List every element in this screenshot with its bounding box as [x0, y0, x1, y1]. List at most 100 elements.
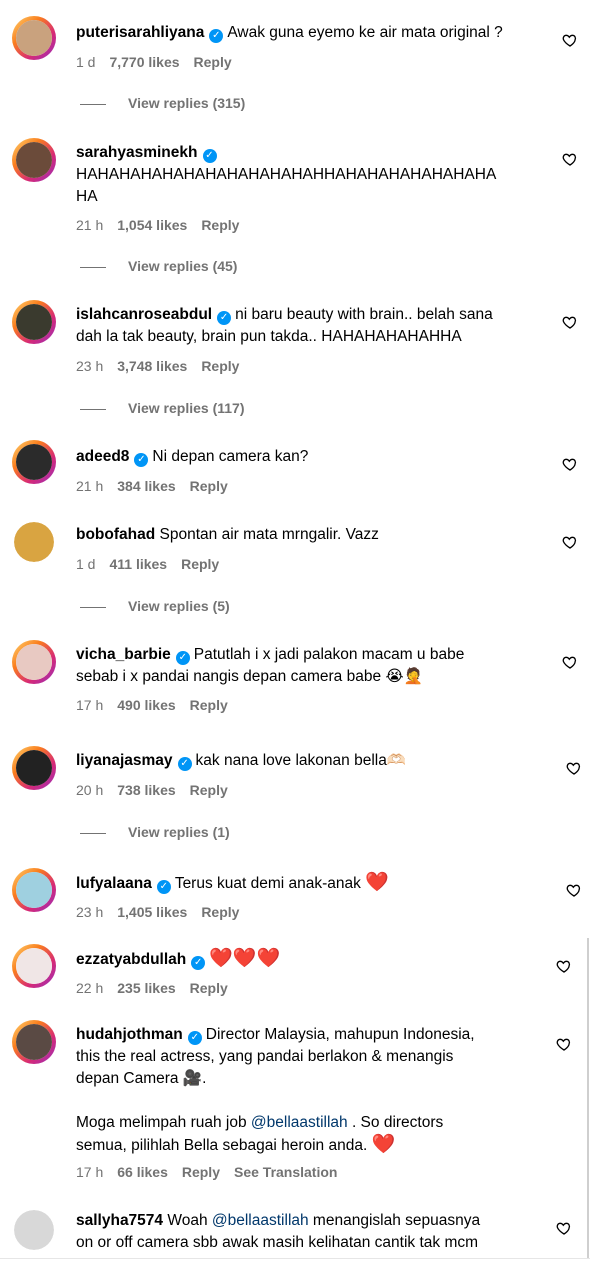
- mention-link[interactable]: @bellaastillah: [251, 1114, 348, 1131]
- heart-outline-icon[interactable]: [566, 760, 582, 776]
- comment-username[interactable]: sarahyasminekh: [76, 144, 198, 161]
- avatar[interactable]: [12, 138, 56, 182]
- comment-meta: 21 h 1,054 likes Reply: [76, 217, 253, 233]
- reply-button[interactable]: Reply: [190, 980, 228, 996]
- avatar[interactable]: [12, 640, 56, 684]
- heart-outline-icon[interactable]: [562, 654, 578, 670]
- heart-outline-icon[interactable]: [562, 456, 578, 472]
- verified-badge-icon: ✓: [209, 29, 224, 43]
- comment-likes[interactable]: 1,405 likes: [117, 904, 187, 920]
- comment-time: 17 h: [76, 1164, 104, 1180]
- comment-meta: 20 h 738 likes Reply: [76, 782, 242, 798]
- heart-outline-icon[interactable]: [562, 151, 578, 167]
- red-heart-emoji: ❤️: [256, 948, 281, 969]
- verified-badge-icon: ✓: [187, 1031, 202, 1045]
- comment-text: Ni depan camera kan?: [152, 448, 309, 465]
- avatar[interactable]: [12, 944, 56, 988]
- verified-badge-icon: ✓: [177, 757, 192, 771]
- comment-time: 22 h: [76, 980, 104, 996]
- comment-time: 21 h: [76, 217, 104, 233]
- verified-badge-icon: ✓: [191, 956, 206, 970]
- comment-text: Woah: [167, 1212, 212, 1229]
- red-heart-emoji: ❤️: [209, 948, 233, 969]
- view-replies-button[interactable]: View replies (5): [80, 598, 230, 614]
- verified-badge-icon: ✓: [217, 311, 232, 325]
- comment-meta: 1 d 7,770 likes Reply: [76, 54, 246, 70]
- reply-button[interactable]: Reply: [194, 54, 232, 70]
- heart-outline-icon[interactable]: [562, 314, 578, 330]
- heart-outline-icon[interactable]: [556, 1036, 572, 1052]
- reply-button[interactable]: Reply: [201, 904, 239, 920]
- reply-button[interactable]: Reply: [190, 478, 228, 494]
- comment-time: 23 h: [76, 904, 104, 920]
- reply-button[interactable]: Reply: [201, 358, 239, 374]
- comment-text: kak nana love lakonan bella🫶🏻: [195, 752, 407, 769]
- comment-text: Spontan air mata mrngalir. Vazz: [159, 526, 379, 543]
- comment-meta: 23 h 3,748 likes Reply: [76, 358, 253, 374]
- comment-time: 21 h: [76, 478, 104, 494]
- view-replies-button[interactable]: View replies (117): [80, 400, 244, 416]
- comment-time: 1 d: [76, 556, 96, 572]
- avatar[interactable]: [12, 746, 56, 790]
- avatar[interactable]: [12, 16, 56, 60]
- scrollbar[interactable]: [587, 938, 589, 1258]
- comment-meta: 22 h 235 likes Reply: [76, 980, 242, 996]
- comment-meta: 1 d 411 likes Reply: [76, 556, 233, 572]
- bottom-divider: [0, 1258, 590, 1271]
- avatar[interactable]: [14, 1210, 54, 1250]
- comment-likes[interactable]: 1,054 likes: [117, 217, 187, 233]
- avatar[interactable]: [12, 300, 56, 344]
- see-translation-button[interactable]: See Translation: [234, 1164, 337, 1180]
- reply-button[interactable]: Reply: [190, 697, 228, 713]
- comment-username[interactable]: sallyha7574: [76, 1212, 163, 1229]
- verified-badge-icon: ✓: [175, 651, 190, 665]
- reply-button[interactable]: Reply: [201, 217, 239, 233]
- red-heart-emoji: ❤️: [371, 1134, 396, 1155]
- comment-likes[interactable]: 66 likes: [117, 1164, 168, 1180]
- red-heart-emoji: ❤️: [232, 948, 257, 969]
- comment-meta: 17 h 66 likes Reply See Translation: [76, 1164, 351, 1180]
- comment-likes[interactable]: 490 likes: [117, 697, 175, 713]
- avatar[interactable]: [14, 522, 54, 562]
- comment-username[interactable]: lufyalaana: [76, 875, 152, 892]
- comment-likes[interactable]: 7,770 likes: [109, 54, 179, 70]
- comment-username[interactable]: ezzatyabdullah: [76, 951, 186, 968]
- reply-button[interactable]: Reply: [181, 556, 219, 572]
- view-replies-button[interactable]: View replies (45): [80, 258, 237, 274]
- view-replies-button[interactable]: View replies (1): [80, 824, 230, 840]
- comment-username[interactable]: bobofahad: [76, 526, 155, 543]
- comment-username[interactable]: islahcanroseabdul: [76, 306, 212, 323]
- comment-likes[interactable]: 3,748 likes: [117, 358, 187, 374]
- verified-badge-icon: ✓: [156, 880, 171, 894]
- comment-username[interactable]: vicha_barbie: [76, 646, 171, 663]
- comment-text: Awak guna eyemo ke air mata original ?: [227, 24, 503, 41]
- heart-outline-icon[interactable]: [566, 882, 582, 898]
- mention-link[interactable]: @bellaastillah: [212, 1212, 309, 1229]
- comment-meta: 21 h 384 likes Reply: [76, 478, 242, 494]
- comment-username[interactable]: puterisarahliyana: [76, 24, 204, 41]
- reply-button[interactable]: Reply: [182, 1164, 220, 1180]
- comment-time: 1 d: [76, 54, 96, 70]
- comment-meta: 23 h 1,405 likes Reply: [76, 904, 253, 920]
- comment-likes[interactable]: 738 likes: [117, 782, 175, 798]
- comment-text: Terus kuat demi anak-anak: [174, 875, 361, 892]
- comment-likes[interactable]: 384 likes: [117, 478, 175, 494]
- avatar[interactable]: [12, 440, 56, 484]
- comment-likes[interactable]: 411 likes: [109, 556, 167, 572]
- reply-button[interactable]: Reply: [190, 782, 228, 798]
- comment-username[interactable]: adeed8: [76, 448, 129, 465]
- view-replies-button[interactable]: View replies (315): [80, 95, 245, 111]
- heart-outline-icon[interactable]: [562, 32, 578, 48]
- comment-meta: 17 h 490 likes Reply: [76, 697, 242, 713]
- heart-outline-icon[interactable]: [556, 1220, 572, 1236]
- avatar[interactable]: [12, 868, 56, 912]
- comment-likes[interactable]: 235 likes: [117, 980, 175, 996]
- avatar[interactable]: [12, 1020, 56, 1064]
- heart-outline-icon[interactable]: [562, 534, 578, 550]
- heart-outline-icon[interactable]: [556, 958, 572, 974]
- comment-username[interactable]: liyanajasmay: [76, 752, 173, 769]
- comment-username[interactable]: hudahjothman: [76, 1026, 183, 1043]
- comment-time: 17 h: [76, 697, 104, 713]
- red-heart-emoji: ❤️: [365, 872, 389, 893]
- comment-time: 23 h: [76, 358, 104, 374]
